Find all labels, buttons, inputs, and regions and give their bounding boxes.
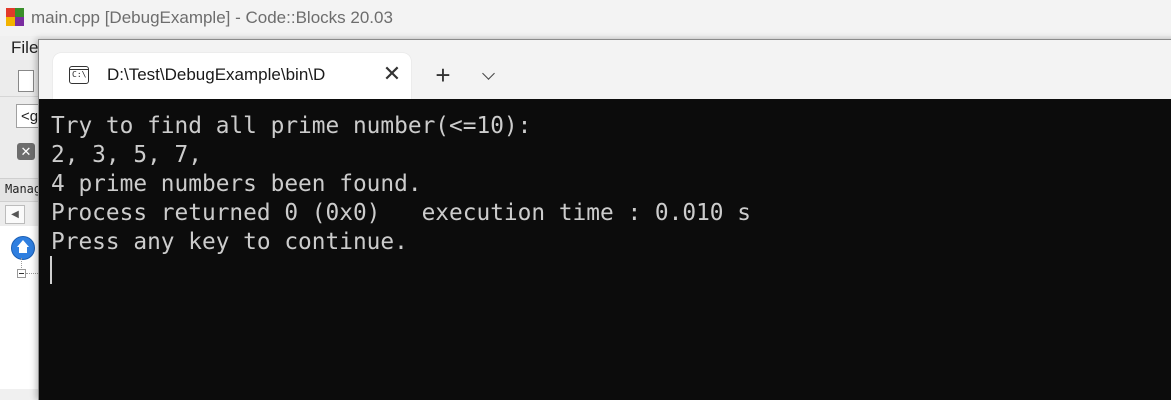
menu-file[interactable]: File xyxy=(11,38,38,58)
cmd-icon: C:\ xyxy=(69,66,89,84)
tree-collapse-icon[interactable] xyxy=(17,269,26,278)
management-panel-header: Manag xyxy=(0,178,42,202)
terminal-output[interactable]: Try to find all prime number(<=10): 2, 3… xyxy=(39,99,1171,400)
management-label: Manag xyxy=(5,182,42,196)
terminal-tabbar: C:\ D:\Test\DebugExample\bin\D ✕ + xyxy=(39,40,1171,99)
close-icon[interactable]: ✕ xyxy=(17,143,35,160)
codeblocks-titlebar: main.cpp [DebugExample] - Code::Blocks 2… xyxy=(0,0,1171,36)
workspace-home-icon[interactable] xyxy=(11,236,35,260)
output-line: Try to find all prime number(<=10): xyxy=(51,113,532,139)
new-file-icon[interactable] xyxy=(18,70,34,92)
tab-close-icon[interactable]: ✕ xyxy=(382,63,402,85)
project-tree xyxy=(0,226,40,389)
tab-title: D:\Test\DebugExample\bin\D xyxy=(107,65,326,84)
codeblocks-toolbar xyxy=(0,66,40,97)
codeblocks-menubar: File xyxy=(0,36,40,60)
output-line: Process returned 0 (0x0) execution time … xyxy=(51,200,751,226)
tab-dropdown-button[interactable] xyxy=(478,62,500,88)
text-cursor xyxy=(50,256,52,284)
output-line: 2, 3, 5, 7, xyxy=(51,142,202,168)
terminal-window: C:\ D:\Test\DebugExample\bin\D ✕ + Try t… xyxy=(38,39,1171,400)
codeblocks-window-title: main.cpp [DebugExample] - Code::Blocks 2… xyxy=(31,8,393,27)
codeblocks-logo-icon xyxy=(6,8,24,26)
terminal-tab[interactable]: C:\ D:\Test\DebugExample\bin\D ✕ xyxy=(53,53,411,99)
chevron-down-icon xyxy=(482,67,495,80)
output-line: Press any key to continue. xyxy=(51,229,408,255)
new-tab-button[interactable]: + xyxy=(429,61,457,89)
tree-connector xyxy=(26,273,38,275)
output-line: 4 prime numbers been found. xyxy=(51,171,422,197)
scroll-left-icon[interactable]: ◀ xyxy=(5,205,25,224)
